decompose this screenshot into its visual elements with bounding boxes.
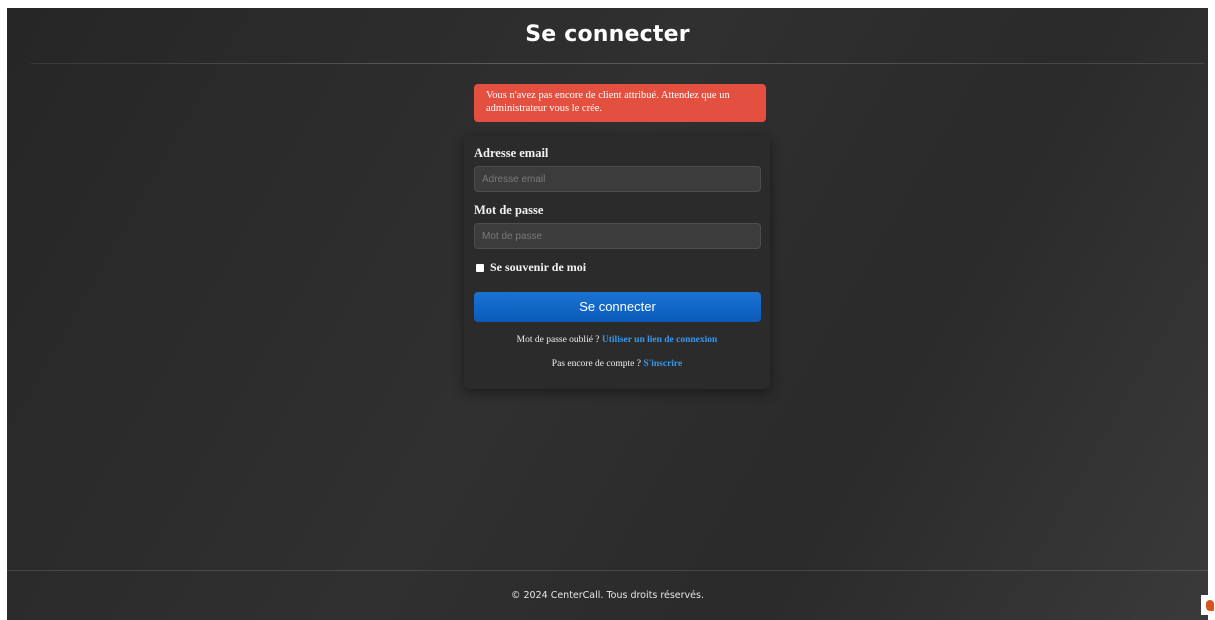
footer-copyright: © 2024 CenterCall. Tous droits réservés.: [510, 590, 704, 601]
signup-link[interactable]: S'inscrire: [643, 359, 682, 369]
password-input[interactable]: [474, 223, 761, 249]
forgot-password-line: Mot de passe oublié ? Utiliser un lien d…: [464, 335, 770, 345]
header-divider: [31, 63, 1204, 64]
remember-me-label: Se souvenir de moi: [490, 260, 587, 274]
chat-widget-icon[interactable]: [1201, 595, 1215, 615]
email-label: Adresse email: [474, 146, 549, 160]
footer-divider: [7, 570, 1208, 571]
no-account-text: Pas encore de compte ?: [551, 359, 641, 369]
page-header: Se connecter: [7, 8, 1208, 64]
email-input[interactable]: [474, 166, 761, 192]
password-label: Mot de passe: [474, 203, 544, 217]
remember-me-row[interactable]: Se souvenir de moi: [476, 260, 586, 275]
signup-line: Pas encore de compte ? S'inscrire: [464, 359, 770, 369]
error-alert: Vous n'avez pas encore de client attribu…: [474, 84, 766, 122]
login-card: Adresse email Mot de passe Se souvenir d…: [464, 136, 770, 389]
remember-me-checkbox[interactable]: [476, 263, 484, 272]
magic-link-link[interactable]: Utiliser un lien de connexion: [602, 335, 717, 345]
page-background: Se connecter Vous n'avez pas encore de c…: [7, 8, 1208, 620]
page-title: Se connecter: [525, 22, 690, 47]
login-button[interactable]: Se connecter: [474, 292, 761, 322]
forgot-password-text: Mot de passe oublié ?: [516, 335, 600, 345]
